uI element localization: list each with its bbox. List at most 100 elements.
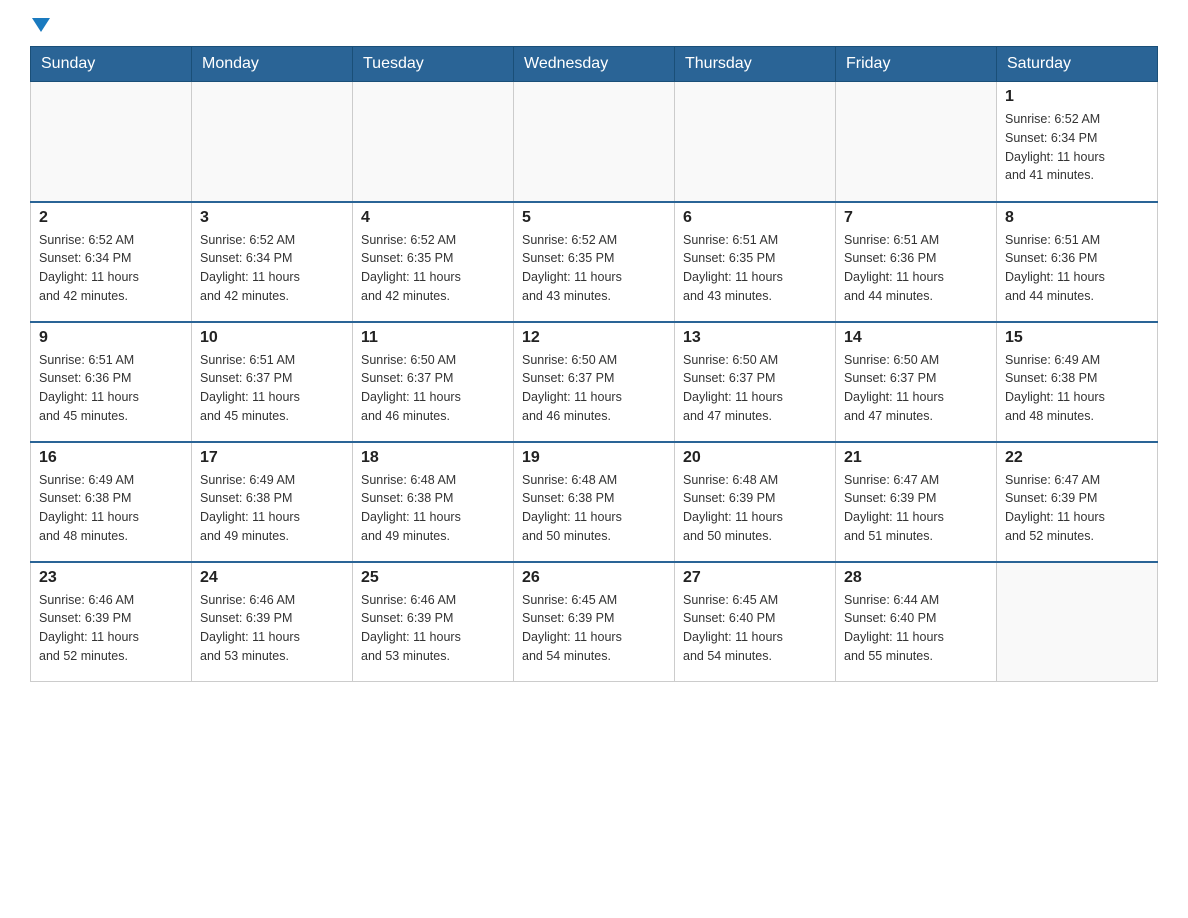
logo-triangle-icon <box>32 18 50 32</box>
calendar-cell: 3 Sunrise: 6:52 AMSunset: 6:34 PMDaylight… <box>192 202 353 322</box>
day-number: 8 <box>1005 209 1149 227</box>
calendar-cell: 23Sunrise: 6:46 AMSunset: 6:39 PMDayligh… <box>31 562 192 682</box>
calendar-cell: 11Sunrise: 6:50 AMSunset: 6:37 PMDayligh… <box>353 322 514 442</box>
day-info: Sunrise: 6:51 AMSunset: 6:35 PMDaylight:… <box>683 231 827 306</box>
logo <box>30 20 50 26</box>
day-info: Sunrise: 6:48 AMSunset: 6:38 PMDaylight:… <box>522 471 666 546</box>
weekday-header-tuesday: Tuesday <box>353 47 514 82</box>
calendar-cell <box>353 82 514 202</box>
calendar-week-row: 23 Sunrise: 6:46 AMSunset: 6:39 PMDayligh… <box>31 562 1158 682</box>
day-info: Sunrise: 6:49 AMSunset: 6:38 PMDaylight:… <box>39 471 183 546</box>
calendar-cell: 2 Sunrise: 6:52 AMSunset: 6:34 PMDaylight… <box>31 202 192 322</box>
calendar-cell: 12 Sunrise: 6:50 AMSunset: 6:37 PMDayligh… <box>514 322 675 442</box>
calendar-cell <box>675 82 836 202</box>
calendar-cell <box>31 82 192 202</box>
calendar-cell: 10 Sunrise: 6:51 AMSunset: 6:37 PMDayligh… <box>192 322 353 442</box>
day-info: Sunrise: 6:50 AMSunset: 6:37 PMDaylight:… <box>844 351 988 426</box>
day-number: 26 <box>522 569 666 587</box>
day-info: Sunrise: 6:52 AMSunset: 6:34 PMDaylight:… <box>1005 110 1149 185</box>
day-number: 4 <box>361 209 505 227</box>
day-number: 2 <box>39 209 183 227</box>
day-number: 6 <box>683 209 827 227</box>
calendar-week-row: 1 Sunrise: 6:52 AMSunset: 6:34 PMDaylight… <box>31 82 1158 202</box>
day-info: Sunrise: 6:45 AMSunset: 6:39 PMDaylight:… <box>522 591 666 666</box>
day-number: 25 <box>361 569 505 587</box>
day-number: 27 <box>683 569 827 587</box>
day-info: Sunrise: 6:51 AMSunset: 6:36 PMDaylight:… <box>1005 231 1149 306</box>
day-number: 12 <box>522 329 666 347</box>
calendar-cell: 13 Sunrise: 6:50 AMSunset: 6:37 PMDayligh… <box>675 322 836 442</box>
day-info: Sunrise: 6:47 AMSunset: 6:39 PMDaylight:… <box>844 471 988 546</box>
day-number: 16 <box>39 449 183 467</box>
weekday-header-saturday: Saturday <box>997 47 1158 82</box>
day-info: Sunrise: 6:47 AMSunset: 6:39 PMDaylight:… <box>1005 471 1149 546</box>
day-info: Sunrise: 6:50 AMSunset: 6:37 PMDaylight:… <box>361 351 505 426</box>
calendar-cell: 5 Sunrise: 6:52 AMSunset: 6:35 PMDaylight… <box>514 202 675 322</box>
day-info: Sunrise: 6:46 AMSunset: 6:39 PMDaylight:… <box>361 591 505 666</box>
calendar-cell: 17 Sunrise: 6:49 AMSunset: 6:38 PMDayligh… <box>192 442 353 562</box>
day-number: 24 <box>200 569 344 587</box>
day-info: Sunrise: 6:45 AMSunset: 6:40 PMDaylight:… <box>683 591 827 666</box>
day-number: 22 <box>1005 449 1149 467</box>
day-info: Sunrise: 6:50 AMSunset: 6:37 PMDaylight:… <box>522 351 666 426</box>
calendar-cell: 25 Sunrise: 6:46 AMSunset: 6:39 PMDayligh… <box>353 562 514 682</box>
calendar-cell: 28Sunrise: 6:44 AMSunset: 6:40 PMDayligh… <box>836 562 997 682</box>
calendar-cell: 21 Sunrise: 6:47 AMSunset: 6:39 PMDayligh… <box>836 442 997 562</box>
day-info: Sunrise: 6:52 AMSunset: 6:34 PMDaylight:… <box>39 231 183 306</box>
day-info: Sunrise: 6:44 AMSunset: 6:40 PMDaylight:… <box>844 591 988 666</box>
calendar-week-row: 16 Sunrise: 6:49 AMSunset: 6:38 PMDayligh… <box>31 442 1158 562</box>
day-info: Sunrise: 6:49 AMSunset: 6:38 PMDaylight:… <box>1005 351 1149 426</box>
day-info: Sunrise: 6:51 AMSunset: 6:36 PMDaylight:… <box>844 231 988 306</box>
day-number: 3 <box>200 209 344 227</box>
calendar-cell: 24 Sunrise: 6:46 AMSunset: 6:39 PMDayligh… <box>192 562 353 682</box>
calendar-cell: 18 Sunrise: 6:48 AMSunset: 6:38 PMDayligh… <box>353 442 514 562</box>
calendar-table: SundayMondayTuesdayWednesdayThursdayFrid… <box>30 46 1158 682</box>
weekday-header-wednesday: Wednesday <box>514 47 675 82</box>
day-info: Sunrise: 6:52 AMSunset: 6:34 PMDaylight:… <box>200 231 344 306</box>
day-number: 23 <box>39 569 183 587</box>
day-number: 13 <box>683 329 827 347</box>
day-number: 14 <box>844 329 988 347</box>
calendar-cell <box>192 82 353 202</box>
day-number: 1 <box>1005 88 1149 106</box>
day-info: Sunrise: 6:50 AMSunset: 6:37 PMDaylight:… <box>683 351 827 426</box>
page-header <box>30 20 1158 26</box>
calendar-cell: 8 Sunrise: 6:51 AMSunset: 6:36 PMDaylight… <box>997 202 1158 322</box>
calendar-cell: 6 Sunrise: 6:51 AMSunset: 6:35 PMDaylight… <box>675 202 836 322</box>
day-info: Sunrise: 6:52 AMSunset: 6:35 PMDaylight:… <box>361 231 505 306</box>
day-number: 9 <box>39 329 183 347</box>
calendar-cell: 7 Sunrise: 6:51 AMSunset: 6:36 PMDaylight… <box>836 202 997 322</box>
day-info: Sunrise: 6:48 AMSunset: 6:38 PMDaylight:… <box>361 471 505 546</box>
calendar-week-row: 9Sunrise: 6:51 AMSunset: 6:36 PMDaylight… <box>31 322 1158 442</box>
calendar-header-row: SundayMondayTuesdayWednesdayThursdayFrid… <box>31 47 1158 82</box>
calendar-cell: 26 Sunrise: 6:45 AMSunset: 6:39 PMDayligh… <box>514 562 675 682</box>
calendar-week-row: 2 Sunrise: 6:52 AMSunset: 6:34 PMDaylight… <box>31 202 1158 322</box>
day-number: 17 <box>200 449 344 467</box>
day-number: 18 <box>361 449 505 467</box>
weekday-header-thursday: Thursday <box>675 47 836 82</box>
day-info: Sunrise: 6:48 AMSunset: 6:39 PMDaylight:… <box>683 471 827 546</box>
weekday-header-friday: Friday <box>836 47 997 82</box>
calendar-cell: 22 Sunrise: 6:47 AMSunset: 6:39 PMDayligh… <box>997 442 1158 562</box>
day-number: 7 <box>844 209 988 227</box>
day-info: Sunrise: 6:51 AMSunset: 6:37 PMDaylight:… <box>200 351 344 426</box>
calendar-cell: 16 Sunrise: 6:49 AMSunset: 6:38 PMDayligh… <box>31 442 192 562</box>
day-info: Sunrise: 6:52 AMSunset: 6:35 PMDaylight:… <box>522 231 666 306</box>
weekday-header-monday: Monday <box>192 47 353 82</box>
calendar-cell: 20 Sunrise: 6:48 AMSunset: 6:39 PMDayligh… <box>675 442 836 562</box>
day-number: 5 <box>522 209 666 227</box>
calendar-cell: 14 Sunrise: 6:50 AMSunset: 6:37 PMDayligh… <box>836 322 997 442</box>
weekday-header-sunday: Sunday <box>31 47 192 82</box>
day-number: 10 <box>200 329 344 347</box>
day-info: Sunrise: 6:46 AMSunset: 6:39 PMDaylight:… <box>200 591 344 666</box>
day-number: 21 <box>844 449 988 467</box>
calendar-cell <box>997 562 1158 682</box>
calendar-cell: 9Sunrise: 6:51 AMSunset: 6:36 PMDaylight… <box>31 322 192 442</box>
day-number: 20 <box>683 449 827 467</box>
calendar-cell: 15Sunrise: 6:49 AMSunset: 6:38 PMDayligh… <box>997 322 1158 442</box>
calendar-cell: 19 Sunrise: 6:48 AMSunset: 6:38 PMDayligh… <box>514 442 675 562</box>
calendar-cell: 4 Sunrise: 6:52 AMSunset: 6:35 PMDaylight… <box>353 202 514 322</box>
day-number: 19 <box>522 449 666 467</box>
calendar-cell: 27 Sunrise: 6:45 AMSunset: 6:40 PMDayligh… <box>675 562 836 682</box>
day-info: Sunrise: 6:49 AMSunset: 6:38 PMDaylight:… <box>200 471 344 546</box>
